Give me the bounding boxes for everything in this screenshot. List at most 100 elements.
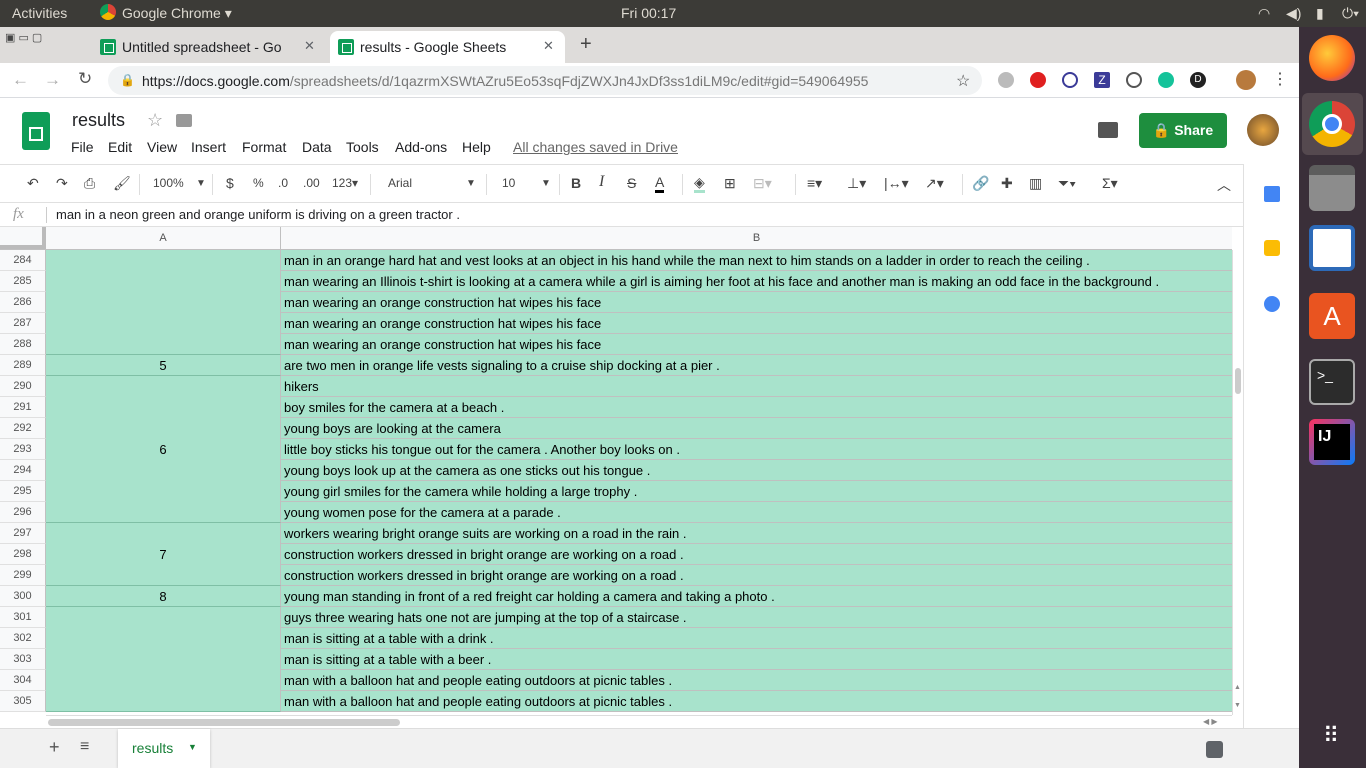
row-header[interactable]: 299 bbox=[0, 565, 46, 586]
borders-icon[interactable]: ⊞ bbox=[724, 175, 736, 192]
intellij-icon[interactable]: IJ bbox=[1309, 419, 1355, 465]
undo-icon[interactable]: ↶ bbox=[27, 175, 39, 192]
cell-b[interactable]: little boy sticks his tongue out for the… bbox=[281, 439, 1232, 460]
chevron-down-icon[interactable]: ▼ bbox=[188, 742, 197, 752]
cell-b[interactable]: young boys look up at the camera as one … bbox=[281, 460, 1232, 481]
vertical-align-icon[interactable]: ⊥▾ bbox=[847, 175, 866, 192]
formula-input[interactable]: man in a neon green and orange uniform i… bbox=[56, 207, 460, 222]
save-status[interactable]: All changes saved in Drive bbox=[513, 139, 678, 155]
tasks-icon[interactable] bbox=[1264, 296, 1280, 312]
row-header[interactable]: 301 bbox=[0, 607, 46, 628]
sheets-logo-icon[interactable] bbox=[22, 112, 50, 150]
row-header[interactable]: 303 bbox=[0, 649, 46, 670]
cell-a-merged[interactable]: 5 bbox=[46, 355, 281, 376]
cell-b[interactable]: man is sitting at a table with a drink . bbox=[281, 628, 1232, 649]
row-header[interactable]: 284 bbox=[0, 250, 46, 271]
star-icon[interactable]: ☆ bbox=[147, 110, 163, 131]
cell-b[interactable]: construction workers dressed in bright o… bbox=[281, 544, 1232, 565]
software-center-icon[interactable]: A bbox=[1309, 293, 1355, 339]
insert-link-icon[interactable]: 🔗 bbox=[972, 175, 989, 192]
menu-data[interactable]: Data bbox=[302, 139, 332, 155]
insert-comment-icon[interactable]: ✚ bbox=[1001, 175, 1013, 192]
row-header[interactable]: 290 bbox=[0, 376, 46, 397]
doc-title[interactable]: results bbox=[72, 110, 125, 131]
cell-a-merged[interactable] bbox=[46, 250, 281, 355]
column-header-b[interactable]: B bbox=[281, 227, 1232, 249]
extension-d-icon[interactable]: D bbox=[1190, 72, 1206, 88]
grammarly-icon[interactable] bbox=[1158, 72, 1174, 88]
battery-icon[interactable]: ▮ bbox=[1316, 5, 1324, 22]
firefox-icon[interactable] bbox=[1309, 35, 1355, 81]
text-wrap-icon[interactable]: |↔▾ bbox=[884, 175, 909, 192]
new-tab-button[interactable]: + bbox=[580, 33, 592, 56]
wifi-icon[interactable]: ◠ bbox=[1258, 5, 1270, 22]
row-header[interactable]: 288 bbox=[0, 334, 46, 355]
vertical-scrollbar[interactable]: ▲ ▼ bbox=[1232, 250, 1243, 715]
all-sheets-icon[interactable]: ≡ bbox=[80, 738, 89, 756]
fill-color-icon[interactable]: ◈ bbox=[694, 175, 705, 193]
row-header[interactable]: 293 bbox=[0, 439, 46, 460]
add-sheet-button[interactable]: + bbox=[49, 737, 60, 758]
cell-b[interactable]: are two men in orange life vests signali… bbox=[281, 355, 1232, 376]
row-header[interactable]: 300 bbox=[0, 586, 46, 607]
cell-b[interactable]: man wearing an orange construction hat w… bbox=[281, 292, 1232, 313]
account-avatar[interactable] bbox=[1247, 114, 1279, 146]
close-tab-icon[interactable]: ✕ bbox=[304, 38, 315, 54]
chevron-down-icon[interactable]: ▼ bbox=[541, 178, 551, 189]
row-header[interactable]: 289 bbox=[0, 355, 46, 376]
cell-b[interactable]: man is sitting at a table with a beer . bbox=[281, 649, 1232, 670]
scrollbar-thumb[interactable] bbox=[48, 719, 400, 726]
menu-tools[interactable]: Tools bbox=[346, 139, 379, 155]
row-header[interactable]: 304 bbox=[0, 670, 46, 691]
number-format-select[interactable]: 123▾ bbox=[332, 176, 358, 190]
row-header[interactable]: 302 bbox=[0, 628, 46, 649]
merge-cells-icon[interactable]: ⊟▾ bbox=[753, 175, 772, 192]
extension-icon[interactable] bbox=[998, 72, 1014, 88]
bookmark-star-icon[interactable]: ☆ bbox=[956, 71, 970, 91]
menu-format[interactable]: Format bbox=[242, 139, 286, 155]
row-header[interactable]: 296 bbox=[0, 502, 46, 523]
column-header-a[interactable]: A bbox=[46, 227, 281, 249]
increase-decimal-button[interactable]: .00 bbox=[303, 176, 320, 190]
cell-b[interactable]: young women pose for the camera at a par… bbox=[281, 502, 1232, 523]
cell-b[interactable]: guys three wearing hats one not are jump… bbox=[281, 607, 1232, 628]
menu-addons[interactable]: Add-ons bbox=[395, 139, 447, 155]
cell-b[interactable]: boy smiles for the camera at a beach . bbox=[281, 397, 1232, 418]
folder-icon[interactable] bbox=[176, 114, 192, 127]
calendar-icon[interactable] bbox=[1264, 186, 1280, 202]
cell-a-merged[interactable]: 6 bbox=[46, 376, 281, 523]
tab-untitled-spreadsheet[interactable]: Untitled spreadsheet - Go ✕ bbox=[92, 31, 327, 63]
currency-format-button[interactable]: $ bbox=[226, 175, 234, 191]
show-apps-icon[interactable]: ⠿ bbox=[1309, 713, 1355, 759]
cell-b[interactable]: young man standing in front of a red fre… bbox=[281, 586, 1232, 607]
activities-button[interactable]: Activities bbox=[12, 5, 67, 21]
redo-icon[interactable]: ↷ bbox=[56, 175, 68, 192]
cell-b[interactable]: workers wearing bright orange suits are … bbox=[281, 523, 1232, 544]
text-color-button[interactable]: A bbox=[655, 175, 665, 193]
extension-icon[interactable] bbox=[1126, 72, 1142, 88]
chevron-down-icon[interactable]: ▼ bbox=[466, 178, 476, 189]
text-rotate-icon[interactable]: ↗▾ bbox=[925, 175, 944, 192]
row-header[interactable]: 295 bbox=[0, 481, 46, 502]
share-button[interactable]: 🔒 Share bbox=[1139, 113, 1227, 148]
cell-b[interactable]: man wearing an orange construction hat w… bbox=[281, 334, 1232, 355]
window-controls[interactable]: ▣ ▭ ▢ bbox=[5, 31, 42, 44]
volume-icon[interactable]: ◀) bbox=[1286, 5, 1301, 22]
chrome-menu-icon[interactable]: ⋮ bbox=[1272, 69, 1288, 89]
cell-a-merged[interactable]: 8 bbox=[46, 586, 281, 607]
insert-chart-icon[interactable]: ▥ bbox=[1029, 175, 1042, 192]
horizontal-scrollbar[interactable]: ◀ ▶ bbox=[46, 715, 1232, 728]
extension-z-icon[interactable]: Z bbox=[1094, 72, 1110, 88]
forward-button[interactable]: → bbox=[44, 70, 61, 90]
chrome-dock-icon[interactable] bbox=[1309, 101, 1355, 147]
back-button[interactable]: ← bbox=[12, 70, 29, 90]
files-icon[interactable] bbox=[1309, 165, 1355, 211]
decrease-decimal-button[interactable]: .0 bbox=[278, 176, 288, 190]
address-bar[interactable]: 🔒 https://docs.google.com/spreadsheets/d… bbox=[108, 66, 982, 95]
power-icon[interactable]: ⏻▾ bbox=[1342, 5, 1359, 22]
tab-results[interactable]: results - Google Sheets ✕ bbox=[330, 31, 565, 63]
terminal-icon[interactable]: >_ bbox=[1309, 359, 1355, 405]
scrollbar-thumb[interactable] bbox=[1235, 368, 1241, 394]
bold-button[interactable]: B bbox=[571, 175, 581, 191]
menu-view[interactable]: View bbox=[147, 139, 177, 155]
